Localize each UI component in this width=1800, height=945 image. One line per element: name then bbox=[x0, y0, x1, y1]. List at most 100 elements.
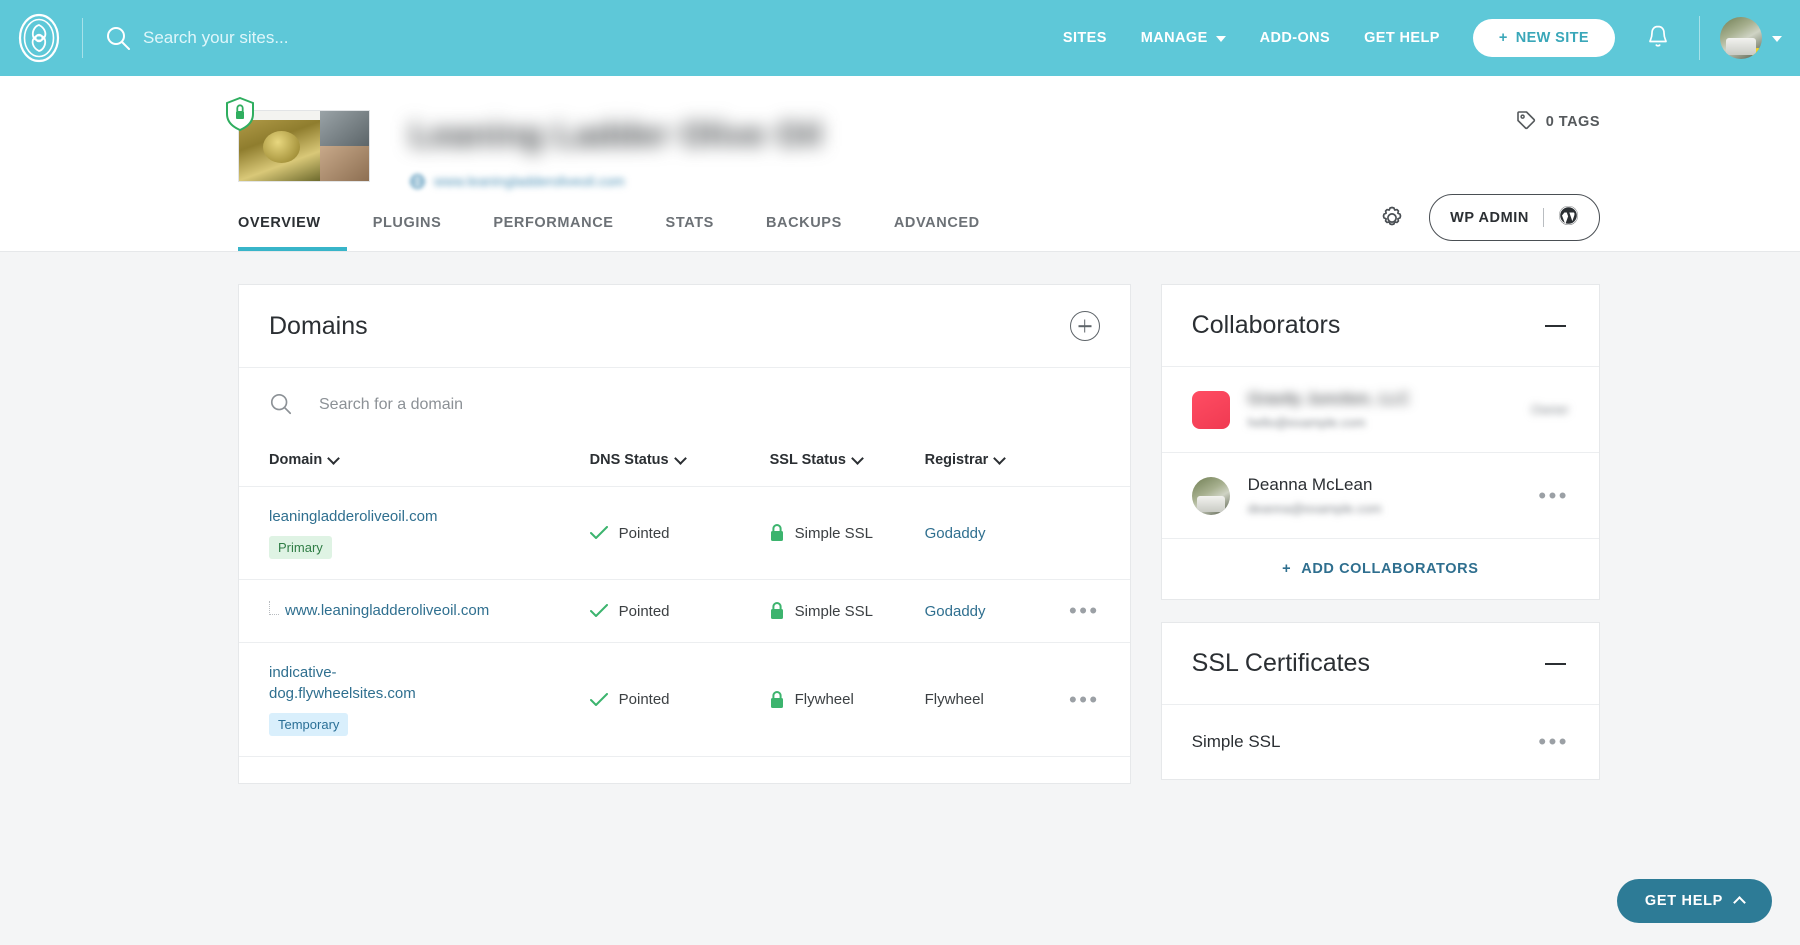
row-actions-cell bbox=[1060, 487, 1130, 580]
left-column: Domains Domain bbox=[238, 284, 1131, 784]
column-header-ssl-status[interactable]: SSL Status bbox=[770, 440, 925, 487]
collapse-collaborators-button[interactable] bbox=[1543, 313, 1569, 339]
registrar-link[interactable]: Godaddy bbox=[925, 603, 986, 620]
collapse-ssl-button[interactable] bbox=[1543, 651, 1569, 677]
collaborators-title: Collaborators bbox=[1192, 311, 1341, 340]
ssl-actions-menu-button[interactable]: ••• bbox=[1538, 731, 1569, 753]
top-navigation-bar: SITES MANAGE ADD-ONS GET HELP + NEW SITE bbox=[0, 0, 1800, 76]
chevron-down-icon bbox=[1216, 36, 1226, 42]
tab-stats[interactable]: STATS bbox=[640, 215, 740, 251]
tab-backups[interactable]: BACKUPS bbox=[740, 215, 868, 251]
nav-divider bbox=[1699, 16, 1700, 60]
lock-icon bbox=[770, 602, 784, 620]
avatar bbox=[1192, 477, 1230, 515]
site-search[interactable] bbox=[105, 25, 1046, 51]
nav-divider bbox=[82, 18, 83, 58]
column-header-actions bbox=[1060, 440, 1130, 487]
chevron-up-icon bbox=[1733, 896, 1746, 909]
row-actions-menu-button[interactable]: ••• bbox=[1069, 689, 1100, 711]
table-header-row: Domain DNS Status SSL bbox=[239, 440, 1130, 487]
lock-icon bbox=[770, 691, 784, 709]
domain-link[interactable]: www.leaningladderoliveoil.com bbox=[285, 601, 489, 621]
registrar-cell: Flywheel bbox=[925, 643, 1060, 757]
column-label: DNS Status bbox=[590, 452, 669, 468]
collaborator-actions-menu-button[interactable]: ••• bbox=[1538, 485, 1569, 507]
tab-plugins[interactable]: PLUGINS bbox=[347, 215, 468, 251]
registrar-cell: Godaddy bbox=[925, 580, 1060, 643]
plus-icon: + bbox=[1499, 30, 1508, 46]
domain-search-input[interactable] bbox=[319, 396, 1100, 414]
dns-status-cell: Pointed bbox=[590, 580, 770, 643]
collaborator-email: deanna@example.com bbox=[1248, 501, 1521, 516]
wp-admin-button[interactable]: WP ADMIN bbox=[1429, 194, 1600, 241]
avatar bbox=[1720, 17, 1762, 59]
domains-title: Domains bbox=[269, 312, 368, 341]
row-actions-cell: ••• bbox=[1060, 643, 1130, 757]
avatar bbox=[1192, 391, 1230, 429]
nav-link-label: MANAGE bbox=[1141, 30, 1208, 46]
tag-icon bbox=[1516, 110, 1536, 134]
tab-performance[interactable]: PERFORMANCE bbox=[467, 215, 639, 251]
nav-link-get-help[interactable]: GET HELP bbox=[1347, 20, 1457, 56]
domain-link[interactable]: indicative-dog.flywheelsites.com bbox=[269, 663, 474, 704]
notifications-button[interactable] bbox=[1643, 23, 1673, 53]
status-badge: Temporary bbox=[269, 713, 348, 736]
get-help-fab-button[interactable]: GET HELP bbox=[1617, 879, 1772, 923]
column-header-registrar[interactable]: Registrar bbox=[925, 440, 1060, 487]
main-content: Domains Domain bbox=[200, 252, 1600, 784]
flywheel-logo-icon[interactable] bbox=[14, 13, 64, 63]
search-input[interactable] bbox=[143, 28, 663, 48]
divider bbox=[1543, 208, 1544, 227]
plus-icon: + bbox=[1282, 561, 1291, 577]
nav-link-label: SITES bbox=[1063, 30, 1107, 46]
add-collaborators-button[interactable]: + ADD COLLABORATORS bbox=[1162, 539, 1599, 599]
registrar-link[interactable]: Godaddy bbox=[925, 525, 986, 542]
tags-button[interactable]: 0 TAGS bbox=[1516, 110, 1600, 134]
subdomain-marker-icon bbox=[269, 601, 279, 615]
nav-link-manage[interactable]: MANAGE bbox=[1124, 20, 1243, 56]
account-menu[interactable] bbox=[1720, 17, 1782, 59]
primary-nav-links: SITES MANAGE ADD-ONS GET HELP + NEW SITE bbox=[1046, 16, 1782, 60]
domain-link[interactable]: leaningladderoliveoil.com bbox=[269, 507, 437, 527]
domains-table: Domain DNS Status SSL bbox=[239, 440, 1130, 757]
domain-cell: indicative-dog.flywheelsites.com Tempora… bbox=[239, 643, 590, 757]
search-icon bbox=[269, 392, 295, 418]
nav-link-sites[interactable]: SITES bbox=[1046, 20, 1124, 56]
lock-icon bbox=[770, 524, 784, 542]
site-header: Leaning Ladder Olive Oil www.leaningladd… bbox=[0, 76, 1800, 252]
domains-card-header: Domains bbox=[239, 285, 1130, 368]
add-domain-button[interactable] bbox=[1070, 311, 1100, 341]
dns-status-text: Pointed bbox=[619, 603, 670, 620]
wp-admin-label: WP ADMIN bbox=[1450, 210, 1529, 226]
ssl-status-cell: Simple SSL bbox=[770, 487, 925, 580]
dns-status-cell: Pointed bbox=[590, 487, 770, 580]
nav-link-add-ons[interactable]: ADD-ONS bbox=[1243, 20, 1347, 56]
domain-search[interactable] bbox=[239, 368, 1130, 440]
column-header-domain[interactable]: Domain bbox=[239, 440, 590, 487]
tab-advanced[interactable]: ADVANCED bbox=[868, 215, 1006, 251]
tab-list: OVERVIEW PLUGINS PERFORMANCE STATS BACKU… bbox=[238, 189, 1006, 251]
ssl-card-header: SSL Certificates bbox=[1162, 623, 1599, 705]
ssl-status-text: Simple SSL bbox=[795, 525, 873, 542]
table-row: www.leaningladderoliveoil.com Point bbox=[239, 580, 1130, 643]
table-row: indicative-dog.flywheelsites.com Tempora… bbox=[239, 643, 1130, 757]
check-icon bbox=[590, 526, 608, 540]
page-title: Leaning Ladder Olive Oil bbox=[410, 116, 823, 155]
search-icon bbox=[105, 25, 131, 51]
column-header-dns-status[interactable]: DNS Status bbox=[590, 440, 770, 487]
tab-overview[interactable]: OVERVIEW bbox=[238, 215, 347, 251]
ssl-title: SSL Certificates bbox=[1192, 649, 1370, 678]
dns-status-text: Pointed bbox=[619, 691, 670, 708]
ssl-status-text: Flywheel bbox=[795, 691, 854, 708]
list-item: Deanna McLean deanna@example.com ••• bbox=[1162, 453, 1599, 539]
site-thumbnail[interactable] bbox=[238, 110, 370, 182]
column-label: SSL Status bbox=[770, 452, 846, 468]
settings-button[interactable] bbox=[1377, 203, 1407, 233]
row-actions-menu-button[interactable]: ••• bbox=[1069, 600, 1100, 622]
list-item: Gravity Junction, LLC hello@example.com … bbox=[1162, 367, 1599, 453]
new-site-button[interactable]: + NEW SITE bbox=[1473, 19, 1615, 57]
chevron-down-icon bbox=[327, 452, 340, 465]
site-url[interactable]: www.leaningladderoliveoil.com bbox=[434, 173, 625, 189]
check-icon bbox=[590, 693, 608, 707]
gear-icon bbox=[1377, 221, 1407, 236]
